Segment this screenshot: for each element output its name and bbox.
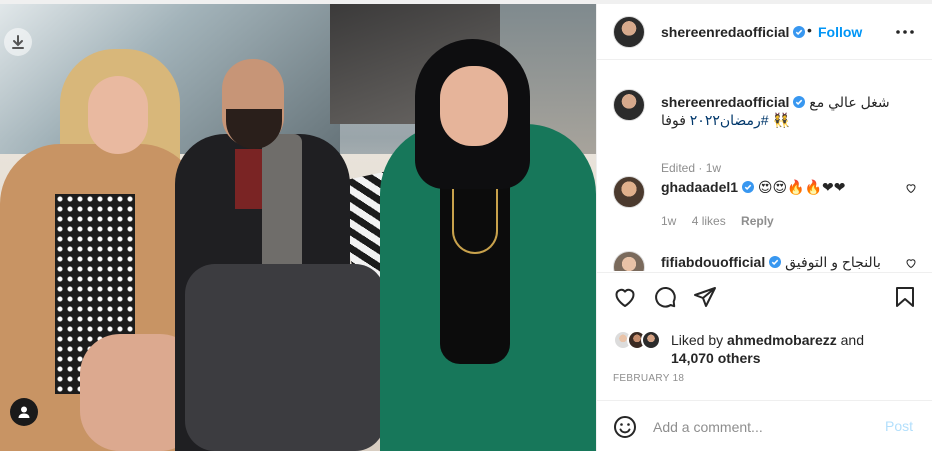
bookmark-icon[interactable] bbox=[893, 285, 917, 309]
comment-line: fifiabdouofficial بالنجاح و التوفيق bbox=[661, 254, 881, 271]
caption-text: shereenredaofficial شغل عالي مع فوفا #رم… bbox=[661, 93, 911, 129]
liked-by-prefix: Liked by bbox=[671, 332, 724, 348]
add-comment-bar: Post bbox=[597, 400, 932, 451]
caption-time[interactable]: 1w bbox=[706, 161, 721, 175]
separator-dot: · bbox=[695, 161, 706, 175]
person-middle-jeans bbox=[185, 264, 385, 451]
share-icon[interactable] bbox=[693, 285, 717, 309]
caption-emoji: 👯 bbox=[772, 112, 790, 128]
commenter-username[interactable]: fifiabdouofficial bbox=[661, 254, 765, 270]
post-comment-button[interactable]: Post bbox=[885, 418, 913, 434]
caption-hashtag[interactable]: #رمضان٢٠٢٢ bbox=[690, 112, 769, 128]
action-bar bbox=[597, 272, 932, 332]
comment-input[interactable] bbox=[653, 415, 873, 439]
liker-avatars[interactable] bbox=[613, 330, 669, 352]
author-avatar[interactable] bbox=[613, 16, 645, 48]
person-right-face bbox=[440, 66, 508, 146]
comment-text: بالنجاح و التوفيق bbox=[785, 254, 881, 270]
comment-like-heart-icon[interactable] bbox=[905, 257, 917, 269]
post-side-panel: shereenredaofficial • Follow shereenreda… bbox=[596, 4, 932, 451]
header-separator: • bbox=[807, 22, 812, 38]
user-tag-icon[interactable] bbox=[10, 398, 38, 426]
comment-text: 😍😍🔥🔥❤❤ bbox=[757, 179, 846, 195]
liker-avatar bbox=[641, 330, 661, 350]
person-left-face bbox=[88, 76, 148, 154]
more-icon[interactable] bbox=[893, 22, 917, 42]
post-photo[interactable] bbox=[0, 4, 596, 451]
post-date[interactable]: FEBRUARY 18 bbox=[613, 373, 684, 384]
verified-icon bbox=[742, 181, 755, 193]
reply-button[interactable]: Reply bbox=[741, 214, 774, 228]
commenter-username[interactable]: ghadaadel1 bbox=[661, 179, 738, 195]
liked-by-others[interactable]: 14,070 others bbox=[671, 350, 761, 366]
caption-body: شغل عالي مع bbox=[809, 94, 890, 110]
author-username[interactable]: shereenredaofficial bbox=[661, 24, 789, 40]
comment-meta: 1w 4 likes Reply bbox=[661, 214, 786, 228]
liked-by-user[interactable]: ahmedmobarezz bbox=[727, 332, 837, 348]
commenter-avatar[interactable] bbox=[613, 251, 645, 271]
likes-text[interactable]: Liked by ahmedmobarezz and 14,070 others bbox=[671, 331, 864, 367]
follow-button[interactable]: Follow bbox=[818, 24, 862, 40]
caption-avatar[interactable] bbox=[613, 89, 645, 121]
comment-icon[interactable] bbox=[653, 285, 677, 309]
caption-body-line2: فوفا bbox=[661, 112, 686, 128]
download-icon[interactable] bbox=[4, 28, 32, 56]
edited-label: Edited bbox=[661, 161, 696, 175]
comment-likes[interactable]: 4 likes bbox=[692, 214, 726, 228]
likes-summary: Liked by ahmedmobarezz and 14,070 others bbox=[613, 330, 923, 370]
verified-icon bbox=[793, 26, 806, 38]
caption-meta: Edited · 1w bbox=[661, 161, 721, 175]
comments-list[interactable]: shereenredaofficial شغل عالي مع فوفا #رم… bbox=[597, 61, 932, 271]
commenter-avatar[interactable] bbox=[613, 176, 645, 208]
comment-line: ghadaadel1 😍😍🔥🔥❤❤ bbox=[661, 179, 845, 196]
comment-time[interactable]: 1w bbox=[661, 214, 676, 228]
caption-username[interactable]: shereenredaofficial bbox=[661, 94, 789, 110]
emoji-icon[interactable] bbox=[613, 415, 637, 439]
verified-icon bbox=[769, 256, 782, 268]
verified-icon bbox=[793, 96, 806, 108]
post-header: shereenredaofficial • Follow bbox=[597, 4, 932, 60]
liked-by-and: and bbox=[840, 332, 864, 348]
heart-icon[interactable] bbox=[613, 285, 637, 309]
comment-like-heart-icon[interactable] bbox=[905, 182, 917, 194]
author-username-link[interactable]: shereenredaofficial bbox=[661, 24, 806, 40]
